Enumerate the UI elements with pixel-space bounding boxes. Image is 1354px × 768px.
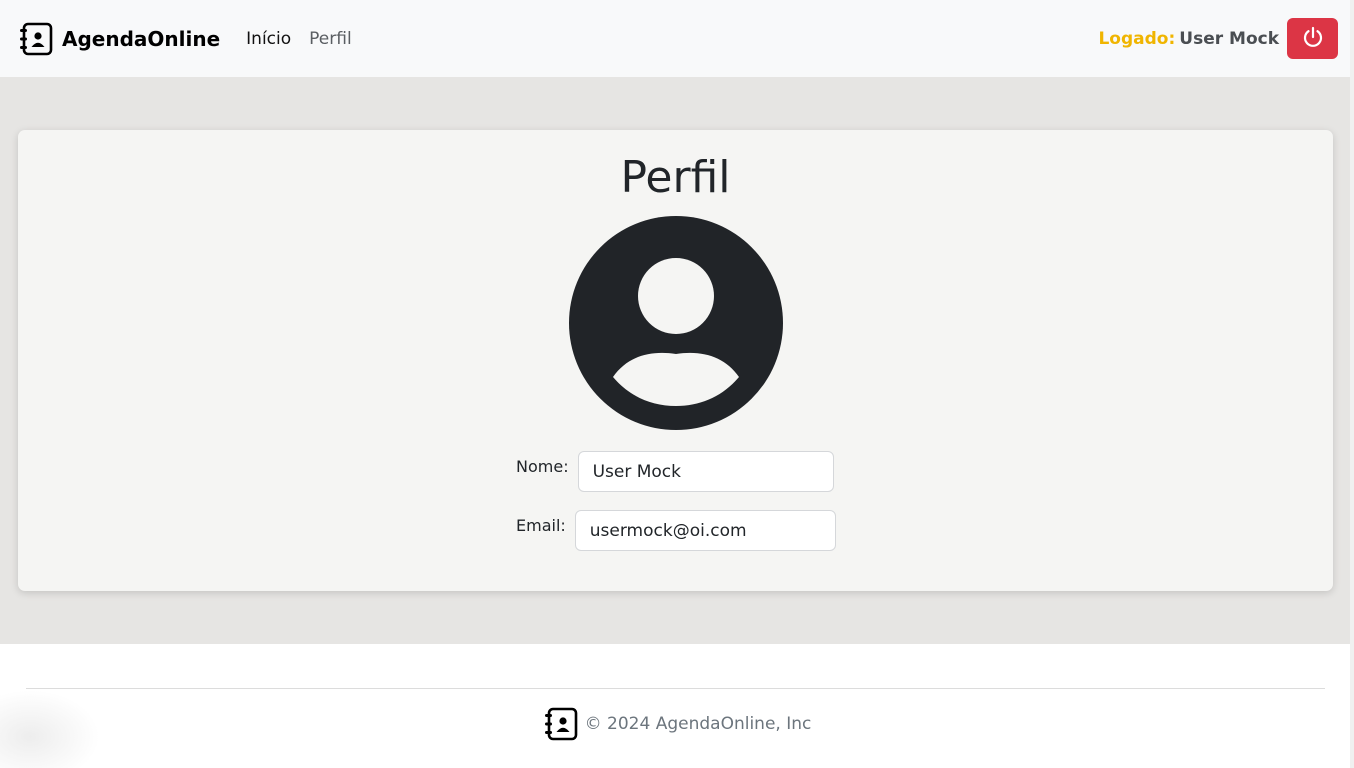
nav-link-inicio[interactable]: Início	[246, 29, 291, 49]
address-book-icon[interactable]	[543, 706, 579, 742]
logged-label: Logado:	[1098, 28, 1176, 49]
scrollbar[interactable]	[1350, 0, 1354, 768]
page-title: Perfil	[620, 152, 731, 203]
power-icon	[1302, 26, 1324, 51]
copyright-text: © 2024 AgendaOnline, Inc	[584, 714, 812, 734]
brand-name: AgendaOnline	[62, 26, 221, 51]
user-status: Logado: User Mock	[1098, 18, 1338, 59]
email-field-row: Email:	[516, 510, 836, 551]
nav-links: Início Perfil	[246, 29, 370, 49]
logged-username: User Mock	[1179, 28, 1279, 49]
navbar: AgendaOnline Início Perfil Logado: User …	[0, 0, 1354, 77]
footer: © 2024 AgendaOnline, Inc	[0, 706, 1354, 742]
brand[interactable]: AgendaOnline	[18, 21, 220, 57]
main-content: Perfil Nome: Email:	[0, 77, 1354, 644]
nav-link-perfil[interactable]: Perfil	[309, 29, 352, 49]
corner-artifact	[0, 690, 100, 768]
address-book-icon	[18, 21, 54, 57]
person-circle-icon	[569, 216, 783, 430]
name-field-row: Nome:	[516, 451, 834, 492]
name-label: Nome:	[516, 457, 569, 476]
footer-divider	[26, 688, 1325, 689]
email-input[interactable]	[574, 510, 836, 551]
logout-button[interactable]	[1287, 18, 1338, 59]
name-input[interactable]	[577, 451, 834, 492]
email-label: Email:	[516, 516, 566, 535]
profile-card: Perfil Nome: Email:	[18, 130, 1333, 591]
